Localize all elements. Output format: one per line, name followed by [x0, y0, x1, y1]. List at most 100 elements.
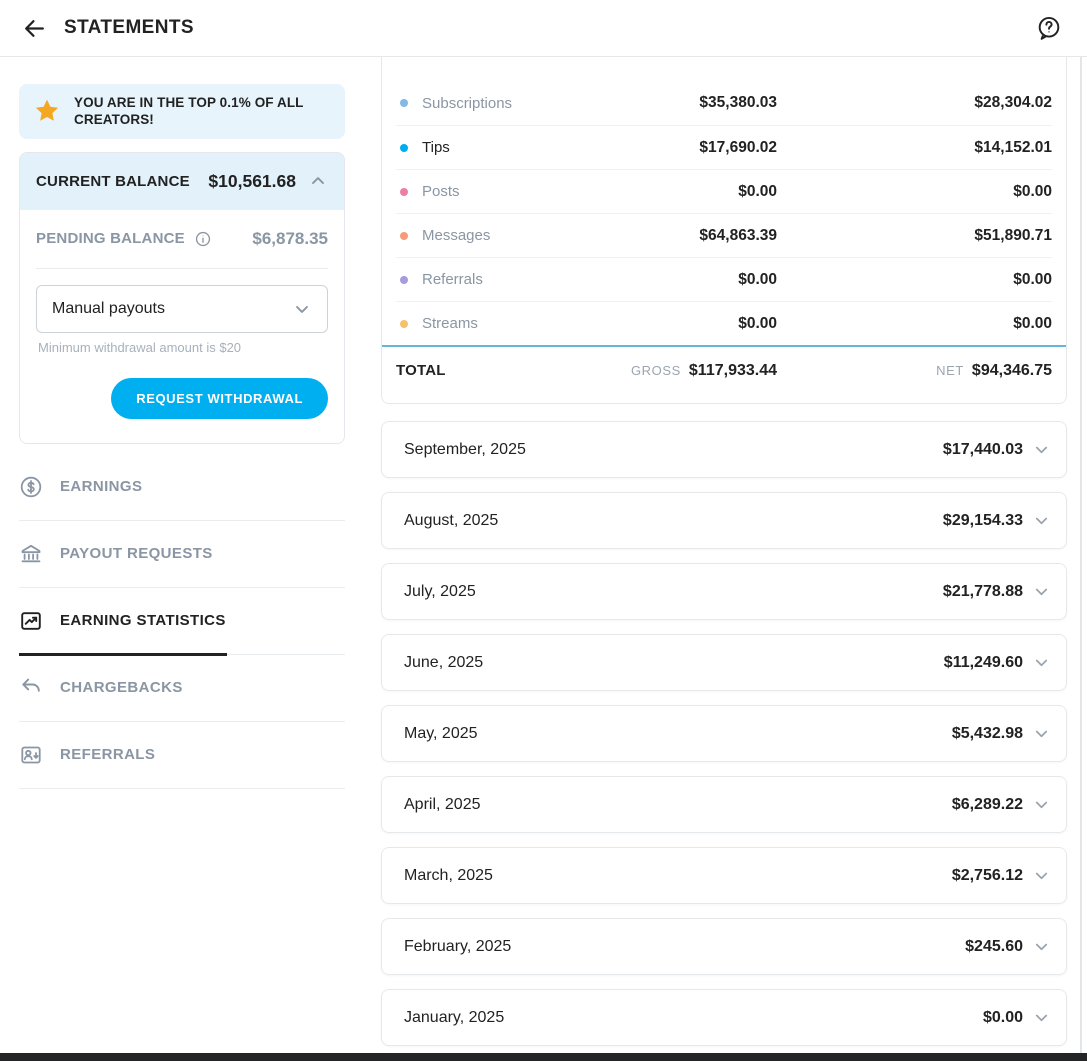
net-total-value: $94,346.75 [972, 362, 1052, 379]
minimum-withdrawal-note: Minimum withdrawal amount is $20 [38, 340, 326, 355]
chart-icon [19, 609, 43, 633]
chevron-down-icon [1032, 866, 1051, 885]
total-label: TOTAL [396, 362, 446, 379]
arrow-left-icon [22, 16, 47, 41]
dollar-circle-icon [19, 475, 43, 499]
month-amount: $2,756.12 [952, 867, 1023, 885]
gross-label: GROSS [631, 363, 681, 378]
series-dot [400, 188, 408, 196]
statistics-row[interactable]: Subscriptions $35,380.03 $28,304.02 [396, 81, 1052, 125]
series-net-value: $0.00 [777, 271, 1052, 289]
month-label: June, 2025 [404, 654, 483, 672]
series-net-value: $51,890.71 [777, 227, 1052, 245]
total-divider [382, 345, 1066, 347]
month-statement-row[interactable]: August, 2025 $29,154.33 [381, 492, 1067, 549]
total-row: TOTAL GROSS$117,933.44 NET$94,346.75 [382, 349, 1066, 393]
series-net-value: $28,304.02 [777, 94, 1052, 112]
request-withdrawal-button[interactable]: REQUEST WITHDRAWAL [111, 378, 328, 419]
month-statement-row[interactable]: May, 2025 $5,432.98 [381, 705, 1067, 762]
undo-icon [19, 676, 43, 700]
series-label: Subscriptions [422, 95, 512, 112]
series-gross-value: $0.00 [738, 315, 777, 333]
back-button[interactable] [16, 10, 52, 46]
month-amount: $0.00 [983, 1009, 1023, 1027]
series-label: Referrals [422, 271, 483, 288]
chevron-down-icon [1032, 937, 1051, 956]
statistics-row[interactable]: Posts $0.00 $0.00 [396, 169, 1052, 213]
statistics-row[interactable]: Referrals $0.00 $0.00 [396, 257, 1052, 301]
chevron-down-icon [1032, 511, 1051, 530]
series-gross-value: $0.00 [738, 183, 777, 201]
statements-main: Subscriptions $35,380.03 $28,304.02 Tips… [381, 57, 1067, 1046]
page-title: STATEMENTS [64, 17, 194, 39]
month-statement-row[interactable]: March, 2025 $2,756.12 [381, 847, 1067, 904]
chevron-down-icon [1032, 440, 1051, 459]
series-dot [400, 144, 408, 152]
monthly-statements-list: September, 2025 $17,440.03 August, 2025 … [381, 421, 1067, 1046]
current-balance-value: $10,561.68 [208, 171, 296, 192]
month-statement-row[interactable]: July, 2025 $21,778.88 [381, 563, 1067, 620]
sidebar-item-chargebacks[interactable]: CHARGEBACKS [19, 655, 345, 722]
page-header: STATEMENTS [0, 0, 1087, 57]
month-label: February, 2025 [404, 938, 511, 956]
month-statement-row[interactable]: January, 2025 $0.00 [381, 989, 1067, 1046]
star-icon [33, 97, 61, 125]
month-amount: $11,249.60 [944, 654, 1023, 672]
earning-statistics-card: Subscriptions $35,380.03 $28,304.02 Tips… [381, 57, 1067, 404]
statistics-row[interactable]: Streams $0.00 $0.00 [396, 301, 1052, 345]
series-dot [400, 99, 408, 107]
series-net-value: $14,152.01 [777, 139, 1052, 157]
payout-mode-value: Manual payouts [52, 300, 165, 318]
chevron-down-icon [1032, 724, 1051, 743]
month-label: March, 2025 [404, 867, 493, 885]
payout-mode-select[interactable]: Manual payouts [36, 285, 328, 333]
scrollbar[interactable] [1080, 57, 1082, 1053]
series-gross-value: $0.00 [738, 271, 777, 289]
month-label: August, 2025 [404, 512, 498, 530]
series-label: Streams [422, 315, 478, 332]
month-label: May, 2025 [404, 725, 478, 743]
chevron-down-icon [1032, 795, 1051, 814]
statistics-row[interactable]: Tips $17,690.02 $14,152.01 [396, 125, 1052, 169]
statistics-rows: Subscriptions $35,380.03 $28,304.02 Tips… [396, 81, 1052, 345]
month-label: July, 2025 [404, 583, 476, 601]
series-gross-value: $64,863.39 [699, 227, 777, 245]
month-amount: $17,440.03 [943, 441, 1023, 459]
sidebar-item-payout-requests[interactable]: PAYOUT REQUESTS [19, 521, 345, 588]
sidebar-item-earnings[interactable]: EARNINGS [19, 454, 345, 521]
month-amount: $29,154.33 [943, 512, 1023, 530]
series-label: Messages [422, 227, 490, 244]
bank-icon [19, 542, 43, 566]
help-button[interactable] [1031, 10, 1067, 46]
series-label: Tips [422, 139, 450, 156]
statistics-row[interactable]: Messages $64,863.39 $51,890.71 [396, 213, 1052, 257]
month-label: January, 2025 [404, 1009, 504, 1027]
top-creator-banner: YOU ARE IN THE TOP 0.1% OF ALL CREATORS! [19, 84, 345, 139]
sidebar-item-earning-statistics[interactable]: EARNING STATISTICS [19, 588, 345, 655]
sidebar: YOU ARE IN THE TOP 0.1% OF ALL CREATORS!… [19, 84, 345, 1046]
month-amount: $5,432.98 [952, 725, 1023, 743]
sidebar-item-label: CHARGEBACKS [60, 679, 183, 696]
month-amount: $6,289.22 [952, 796, 1023, 814]
referral-card-icon [19, 743, 43, 767]
series-gross-value: $35,380.03 [699, 94, 777, 112]
series-net-value: $0.00 [777, 183, 1052, 201]
series-dot [400, 320, 408, 328]
current-balance-toggle[interactable]: CURRENT BALANCE $10,561.68 [20, 153, 344, 210]
month-statement-row[interactable]: September, 2025 $17,440.03 [381, 421, 1067, 478]
balance-card-body: PENDING BALANCE $6,878.35 Manual payouts [20, 210, 344, 443]
sidebar-item-label: EARNINGS [60, 478, 142, 495]
series-dot [400, 276, 408, 284]
month-statement-row[interactable]: June, 2025 $11,249.60 [381, 634, 1067, 691]
month-statement-row[interactable]: April, 2025 $6,289.22 [381, 776, 1067, 833]
month-statement-row[interactable]: February, 2025 $245.60 [381, 918, 1067, 975]
info-icon[interactable] [194, 230, 212, 248]
sidebar-item-referrals[interactable]: REFERRALS [19, 722, 345, 789]
month-label: September, 2025 [404, 441, 526, 459]
chevron-down-icon [1032, 1008, 1051, 1027]
sidebar-nav: EARNINGS PAYOUT REQUESTS [19, 454, 345, 789]
series-gross-value: $17,690.02 [699, 139, 777, 157]
sidebar-item-label: EARNING STATISTICS [60, 612, 226, 629]
current-balance-label: CURRENT BALANCE [36, 173, 190, 190]
sidebar-item-label: PAYOUT REQUESTS [60, 545, 213, 562]
